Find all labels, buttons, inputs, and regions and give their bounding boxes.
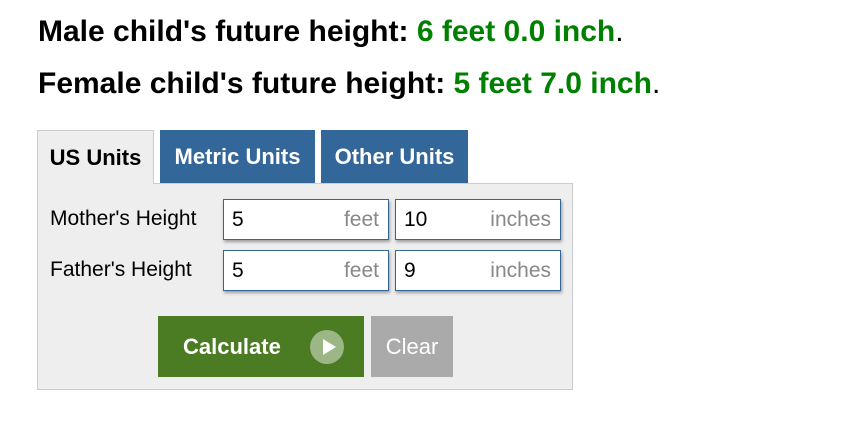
calculator-panel: Mother's Height feet inches Father's Hei… — [37, 183, 573, 390]
tab-metric-units[interactable]: Metric Units — [160, 130, 315, 183]
height-calculator: US Units Metric Units Other Units Mother… — [37, 130, 573, 390]
male-result-value: 6 feet 0.0 inch — [416, 15, 616, 48]
tab-other-units[interactable]: Other Units — [321, 130, 468, 183]
father-inches-field[interactable]: inches — [395, 250, 561, 291]
mother-inches-input[interactable] — [404, 206, 464, 233]
female-result-value: 5 feet 7.0 inch — [453, 67, 652, 100]
mother-feet-field[interactable]: feet — [223, 199, 389, 240]
mother-inches-field[interactable]: inches — [395, 199, 561, 240]
female-result: Female child's future height: 5 feet 7.0… — [38, 58, 660, 110]
father-inches-input[interactable] — [404, 257, 464, 284]
clear-button[interactable]: Clear — [371, 316, 453, 377]
male-result-label: Male child's future height: — [38, 15, 409, 48]
calculate-button-label: Calculate — [183, 334, 281, 359]
father-feet-input[interactable] — [232, 257, 292, 284]
father-inches-unit: inches — [490, 259, 551, 282]
unit-tabs: US Units Metric Units Other Units — [37, 130, 573, 184]
mother-feet-unit: feet — [343, 208, 379, 231]
female-result-label: Female child's future height: — [38, 67, 446, 100]
father-feet-unit: feet — [343, 259, 379, 282]
calculate-button[interactable]: Calculate — [158, 316, 364, 377]
results-area: Male child's future height: 6 feet 0.0 i… — [38, 6, 660, 110]
male-result: Male child's future height: 6 feet 0.0 i… — [38, 6, 660, 58]
female-result-period: . — [651, 67, 661, 100]
father-height-label: Father's Height — [50, 258, 192, 281]
tab-us-units[interactable]: US Units — [37, 130, 154, 184]
play-circle-icon — [310, 330, 344, 364]
mother-height-label: Mother's Height — [50, 207, 197, 230]
father-feet-field[interactable]: feet — [223, 250, 389, 291]
male-result-period: . — [615, 15, 624, 48]
mother-inches-unit: inches — [490, 208, 551, 231]
mother-feet-input[interactable] — [232, 206, 292, 233]
